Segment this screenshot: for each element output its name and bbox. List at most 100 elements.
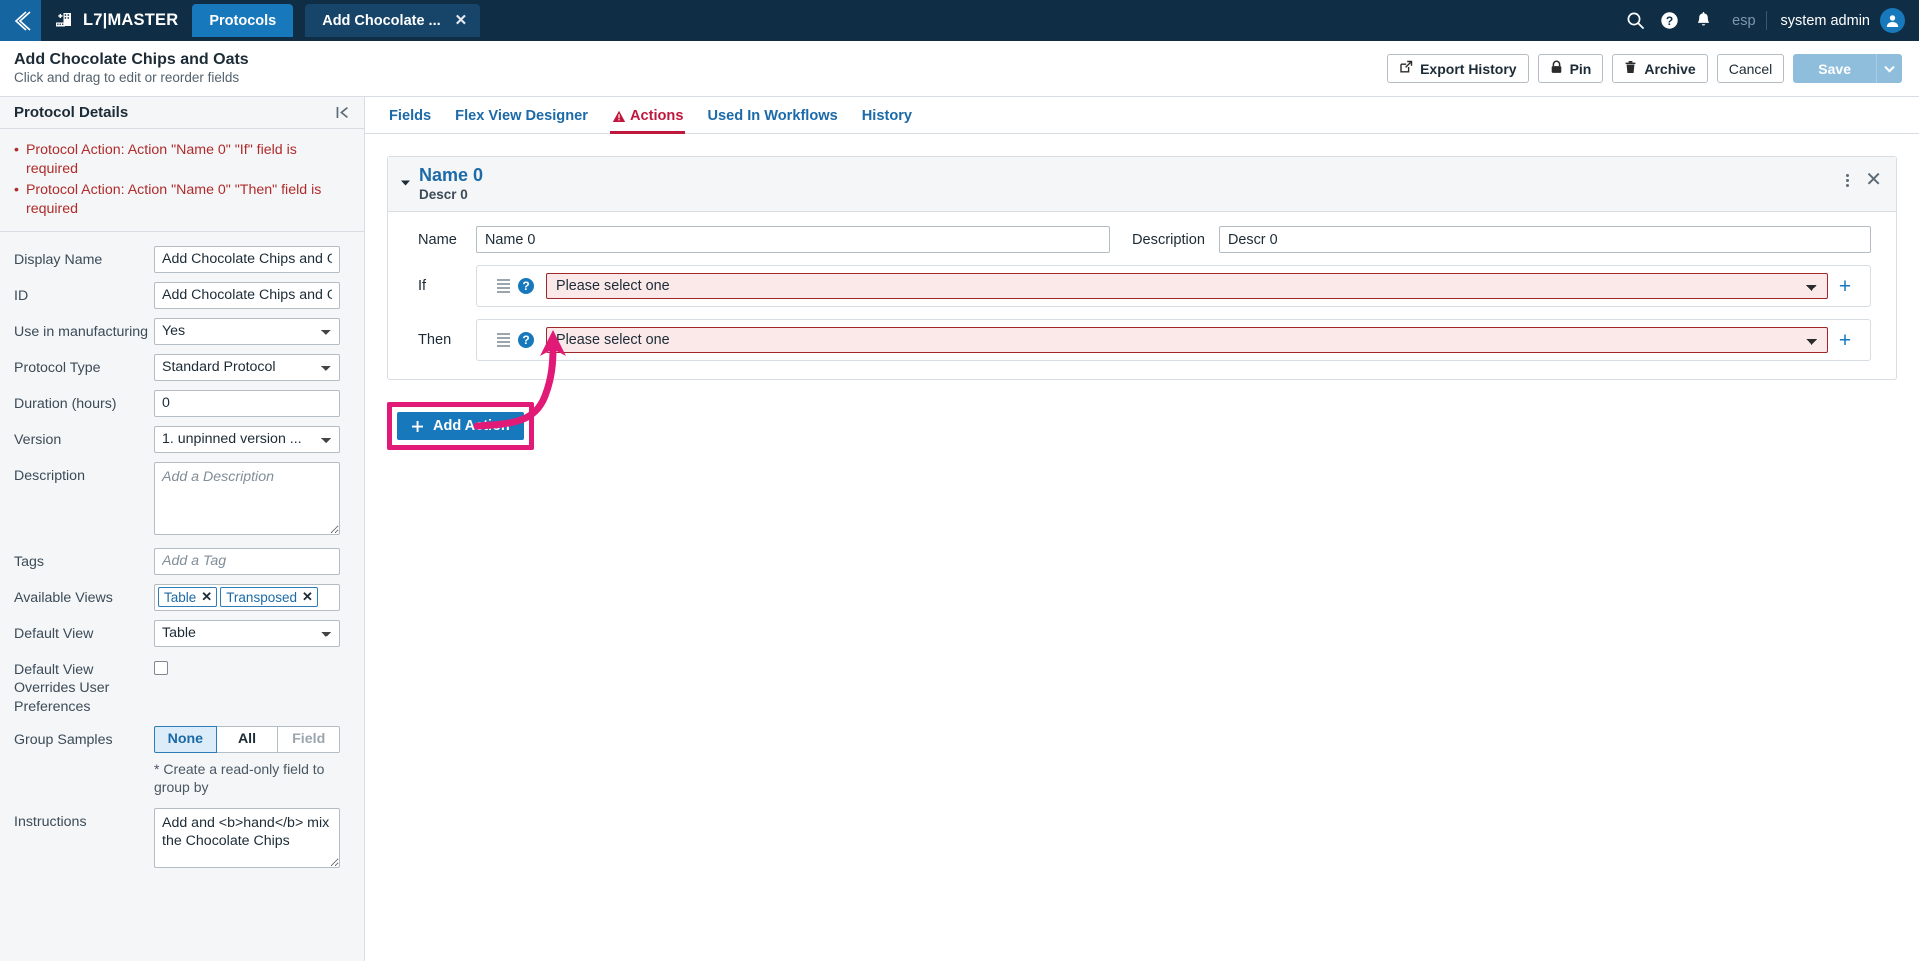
bell-icon[interactable] [1686, 0, 1720, 41]
then-action-select[interactable]: Please select one [546, 327, 1828, 354]
default-view-select[interactable]: Table [154, 619, 340, 647]
hint-spacer [14, 760, 154, 797]
group-samples-option-none[interactable]: None [154, 725, 217, 753]
help-circle-icon[interactable]: ? [1652, 0, 1686, 41]
protocol-details-form: Display Name ID Use in manufacturing Yes… [0, 232, 364, 881]
close-icon[interactable]: ✕ [201, 589, 212, 605]
default-view-overrides-checkbox[interactable] [154, 660, 168, 675]
field-label: Display Name [14, 251, 103, 268]
close-icon[interactable]: ✕ [302, 589, 313, 605]
description-textarea[interactable] [154, 461, 340, 535]
group-samples-segmented: None All Field [154, 725, 341, 753]
field-available-views: Available Views Table ✕ Transposed ✕ [0, 583, 364, 611]
chip-label: Table [164, 589, 197, 605]
use-in-manufacturing-select[interactable]: Yes [154, 317, 340, 345]
page-title: Add Chocolate Chips and Oats [14, 51, 249, 69]
id-input[interactable] [154, 281, 340, 309]
action-card-subtitle: Descr 0 [419, 186, 468, 202]
nav-tab-document[interactable]: Add Chocolate ... ✕ [305, 4, 481, 37]
field-instructions: Instructions Add and <b>hand</b> mix the… [0, 807, 364, 872]
protocol-details-sidebar: Protocol Details • Protocol Action: Acti… [0, 97, 365, 961]
display-name-input[interactable] [154, 245, 340, 273]
search-icon[interactable] [1618, 0, 1652, 41]
add-action-area: Add Action [387, 330, 1897, 451]
pin-button[interactable]: Pin [1537, 54, 1604, 83]
view-chip-table[interactable]: Table ✕ [158, 587, 218, 607]
drag-handle-icon[interactable] [487, 333, 518, 348]
user-avatar-icon[interactable] [1880, 8, 1905, 33]
tab-flex-view-designer[interactable]: Flex View Designer [443, 108, 600, 133]
field-description: Description [0, 461, 364, 539]
action-card-titles: Name 0 Descr 0 [419, 166, 483, 202]
drag-handle-icon[interactable] [487, 279, 518, 294]
chevron-left-icon [14, 10, 31, 31]
brand: L7|MASTER [41, 0, 192, 41]
field-label: Duration (hours) [14, 395, 117, 412]
brand-label: L7|MASTER [83, 11, 179, 29]
plus-icon [411, 420, 424, 433]
tab-actions[interactable]: Actions [600, 108, 696, 134]
field-id: ID [0, 281, 364, 309]
validation-error-text: Protocol Action: Action "Name 0" "If" fi… [25, 142, 297, 177]
action-card-body: Name Description If ? Please sel [388, 212, 1896, 379]
add-action-button[interactable]: Add Action [397, 412, 524, 441]
top-bar-divider [1765, 11, 1767, 30]
back-button[interactable] [0, 0, 41, 41]
if-condition-select[interactable]: Please select one [546, 273, 1828, 300]
action-card-title: Name 0 [419, 165, 484, 185]
save-dropdown-button[interactable] [1876, 54, 1902, 83]
nav-tab-protocols[interactable]: Protocols [192, 4, 294, 37]
tags-input[interactable] [154, 547, 340, 575]
duration-input[interactable] [154, 389, 340, 417]
available-views-tagbox[interactable]: Table ✕ Transposed ✕ [154, 583, 340, 611]
field-label: Version [14, 431, 62, 448]
collapse-left-icon[interactable] [335, 105, 350, 120]
export-history-label: Export History [1420, 60, 1517, 77]
group-samples-option-field[interactable]: Field [278, 725, 341, 753]
language-selector[interactable]: esp [1720, 13, 1763, 29]
cancel-button[interactable]: Cancel [1716, 54, 1785, 83]
add-if-condition-button[interactable]: + [1828, 276, 1862, 297]
kebab-menu-icon[interactable] [1841, 171, 1854, 190]
bullet-icon: • [14, 181, 19, 198]
field-default-view: Default View Table [0, 619, 364, 647]
action-name-input[interactable] [476, 226, 1110, 254]
add-action-label: Add Action [433, 418, 510, 435]
instructions-textarea[interactable]: Add and <b>hand</b> mix the Chocolate Ch… [154, 807, 340, 868]
action-card-header-actions: ✕ [1841, 166, 1884, 190]
close-icon[interactable]: ✕ [455, 13, 468, 28]
action-then-row: Then ? Please select one + [388, 319, 1896, 362]
group-samples-hint: * Create a read-only field to group by [154, 760, 325, 796]
save-button[interactable]: Save [1793, 54, 1876, 83]
field-label: Protocol Type [14, 359, 101, 376]
top-navigation-bar: L7|MASTER Protocols Add Chocolate ... ✕ … [0, 0, 1919, 41]
export-history-button[interactable]: Export History [1387, 54, 1529, 83]
action-description-input[interactable] [1219, 226, 1871, 254]
user-name-label[interactable]: system admin [1769, 13, 1880, 29]
field-use-in-manufacturing: Use in manufacturing Yes [0, 317, 364, 345]
then-label: Then [418, 332, 452, 349]
add-then-action-button[interactable]: + [1828, 330, 1862, 351]
protocol-type-select[interactable]: Standard Protocol [154, 353, 340, 381]
validation-error-text: Protocol Action: Action "Name 0" "Then" … [25, 181, 322, 217]
page-subtitle: Click and drag to edit or reorder fields [14, 69, 240, 85]
field-display-name: Display Name [0, 245, 364, 273]
page-header: Add Chocolate Chips and Oats Click and d… [0, 41, 1919, 97]
tab-used-in-workflows[interactable]: Used In Workflows [695, 108, 849, 133]
top-bar-right-cluster: ? esp system admin [1618, 0, 1919, 41]
caret-down-icon[interactable] [400, 174, 411, 191]
group-samples-option-all[interactable]: All [216, 725, 279, 753]
archive-button[interactable]: Archive [1612, 54, 1708, 83]
tab-fields[interactable]: Fields [377, 108, 443, 133]
building-plus-icon [53, 10, 74, 31]
version-select[interactable]: 1. unpinned version ... [154, 425, 340, 453]
help-circle-icon[interactable]: ? [518, 332, 534, 349]
view-chip-transposed[interactable]: Transposed ✕ [220, 587, 318, 607]
tab-label: Fields [389, 108, 432, 124]
close-icon[interactable]: ✕ [1863, 170, 1884, 190]
tab-history[interactable]: History [850, 108, 924, 133]
svg-text:?: ? [1665, 14, 1672, 28]
help-circle-icon[interactable]: ? [518, 278, 534, 295]
field-group-samples: Group Samples None All Field [0, 725, 364, 753]
archive-label: Archive [1644, 60, 1696, 77]
